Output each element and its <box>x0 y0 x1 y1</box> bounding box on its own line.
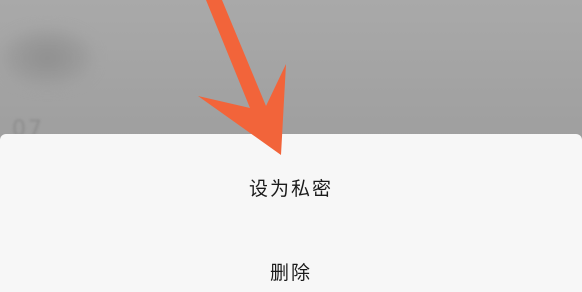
delete-option[interactable]: 删除 <box>0 258 582 285</box>
blurred-avatar <box>0 28 95 88</box>
screen: 07 设为私密 删除 <box>0 0 582 292</box>
action-sheet: 设为私密 删除 <box>0 134 582 292</box>
dimmed-background-overlay[interactable]: 07 <box>0 0 582 142</box>
set-private-option[interactable]: 设为私密 <box>0 174 582 201</box>
